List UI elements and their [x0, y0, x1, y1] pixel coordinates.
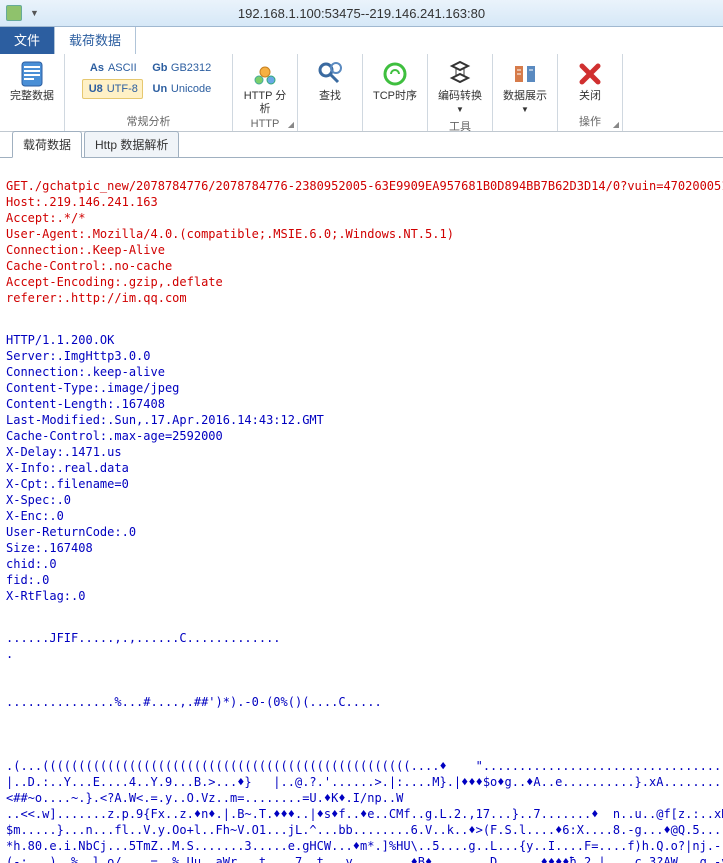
- request-line-3: Accept:.*/*: [6, 211, 85, 225]
- body-line-12: ..<<.w].......z.p.9{Fx..z.♦n♦.|.B~.T.♦♦♦…: [6, 807, 723, 821]
- response-line-9: X-Info:.real.data: [6, 461, 129, 475]
- close-button[interactable]: 关闭: [564, 58, 616, 103]
- ascii-button[interactable]: AsASCII: [84, 58, 141, 78]
- tcp-seq-button[interactable]: TCP时序: [369, 58, 421, 103]
- group-fulldata: 完整数据: [0, 54, 65, 131]
- dropdown-icon: ▼: [456, 105, 464, 114]
- response-line-15: chid:.0: [6, 557, 57, 571]
- doc-tab-payload[interactable]: 载荷数据: [12, 131, 82, 158]
- ops-group-label: 操作: [579, 111, 601, 131]
- title-bar: ▼ 192.168.1.100:53475--219.146.241.163:8…: [0, 0, 723, 27]
- request-line-1: GET./gchatpic_new/2078784776/2078784776-…: [6, 179, 723, 193]
- response-line-13: User-ReturnCode:.0: [6, 525, 136, 539]
- response-line-12: X-Enc:.0: [6, 509, 64, 523]
- response-line-6: Last-Modified:.Sun,.17.Apr.2016.14:43:12…: [6, 413, 324, 427]
- payload-content[interactable]: GET./gchatpic_new/2078784776/2078784776-…: [0, 158, 723, 863]
- document-tabs: 载荷数据 Http 数据解析: [0, 132, 723, 158]
- body-line-9: .(...(((((((((((((((((((((((((((((((((((…: [6, 759, 723, 773]
- response-line-7: Cache-Control:.max-age=2592000: [6, 429, 223, 443]
- body-line-15: (-:...)..%..l.o/....=..%.Uu..aWr...t....…: [6, 855, 723, 863]
- group-ops: 关闭 操作 ◢: [558, 54, 623, 131]
- group-analysis: AsASCII U8UTF-8 GbGB2312 UnUnicode 常规分析: [65, 54, 233, 131]
- request-line-2: Host:.219.146.241.163: [6, 195, 158, 209]
- find-button[interactable]: 查找: [304, 58, 356, 103]
- body-line-1: ......JFIF.....,.,......C.............: [6, 631, 281, 645]
- utf8-button[interactable]: U8UTF-8: [82, 79, 143, 99]
- group-tools: 编码转换 ▼ 工具: [428, 54, 493, 131]
- unicode-button[interactable]: UnUnicode: [147, 79, 215, 99]
- response-line-1: HTTP/1.1.200.OK: [6, 333, 114, 347]
- group-display: 数据展示 ▼: [493, 54, 558, 131]
- response-line-17: X-RtFlag:.0: [6, 589, 85, 603]
- menu-bar: 文件 载荷数据: [0, 27, 723, 54]
- ops-launcher-icon[interactable]: ◢: [613, 120, 619, 129]
- group-http: HTTP 分析 HTTP ◢: [233, 54, 298, 131]
- data-display-label: 数据展示: [503, 90, 547, 102]
- utf8-label: UTF-8: [107, 83, 138, 95]
- close-label: 关闭: [579, 90, 601, 103]
- request-line-5: Connection:.Keep-Alive: [6, 243, 165, 257]
- group-tcp: TCP时序: [363, 54, 428, 131]
- request-line-7: Accept-Encoding:.gzip,.deflate: [6, 275, 223, 289]
- http-launcher-icon[interactable]: ◢: [288, 120, 294, 129]
- analysis-group-label: 常规分析: [127, 111, 171, 131]
- response-line-16: fid:.0: [6, 573, 49, 587]
- http-analyze-button[interactable]: HTTP 分析: [239, 58, 291, 116]
- unicode-label: Unicode: [171, 83, 211, 95]
- body-line-13: $m.....}...n...fl..V.y.Oo+l..Fh~V.O1...j…: [6, 823, 723, 837]
- tab-payload-data[interactable]: 载荷数据: [54, 23, 136, 54]
- response-line-5: Content-Length:.167408: [6, 397, 165, 411]
- response-line-3: Connection:.keep-alive: [6, 365, 165, 379]
- gb2312-button[interactable]: GbGB2312: [147, 58, 215, 78]
- encode-convert-label: 编码转换: [438, 90, 482, 102]
- http-analyze-label: HTTP 分析: [239, 90, 291, 116]
- body-line-14: *h.80.e.i.NbCj...5TmZ..M.S.......3.....e…: [6, 839, 723, 853]
- group-find: 查找: [298, 54, 363, 131]
- body-line-2: .: [6, 647, 13, 661]
- response-line-4: Content-Type:.image/jpeg: [6, 381, 179, 395]
- response-line-10: X-Cpt:.filename=0: [6, 477, 129, 491]
- request-line-4: User-Agent:.Mozilla/4.0.(compatible;.MSI…: [6, 227, 454, 241]
- gb2312-label: GB2312: [171, 62, 211, 74]
- find-label: 查找: [319, 90, 341, 103]
- full-data-label: 完整数据: [10, 90, 54, 103]
- response-line-11: X-Spec:.0: [6, 493, 71, 507]
- full-data-button[interactable]: 完整数据: [6, 58, 58, 103]
- body-line-11: <##~o....~.}.<?A.W<.=.y..O.Vz..m=.......…: [6, 791, 403, 805]
- doc-tab-http-parse[interactable]: Http 数据解析: [84, 131, 179, 157]
- request-line-6: Cache-Control:.no-cache: [6, 259, 172, 273]
- window-title: 192.168.1.100:53475--219.146.241.163:80: [0, 6, 723, 21]
- tools-group-label: 工具: [449, 116, 471, 136]
- response-line-8: X-Delay:.1471.us: [6, 445, 122, 459]
- response-line-2: Server:.ImgHttp3.0.0: [6, 349, 151, 363]
- dropdown-icon: ▼: [521, 105, 529, 114]
- tab-file[interactable]: 文件: [0, 25, 54, 54]
- tcp-seq-label: TCP时序: [373, 90, 417, 103]
- ascii-label: ASCII: [108, 62, 137, 74]
- encode-convert-button[interactable]: 编码转换 ▼: [434, 58, 486, 116]
- request-line-8: referer:.http://im.qq.com: [6, 291, 187, 305]
- response-line-14: Size:.167408: [6, 541, 93, 555]
- data-display-button[interactable]: 数据展示 ▼: [499, 58, 551, 116]
- body-line-5: ...............%...#....,.##')*).-0-(0%(…: [6, 695, 382, 709]
- body-line-10: |..D.:..Y...E....4..Y.9...B.>...♦} |..@.…: [6, 775, 723, 789]
- ribbon: 完整数据 AsASCII U8UTF-8 GbGB2312 UnUnicode …: [0, 54, 723, 132]
- http-group-label: HTTP: [251, 116, 280, 132]
